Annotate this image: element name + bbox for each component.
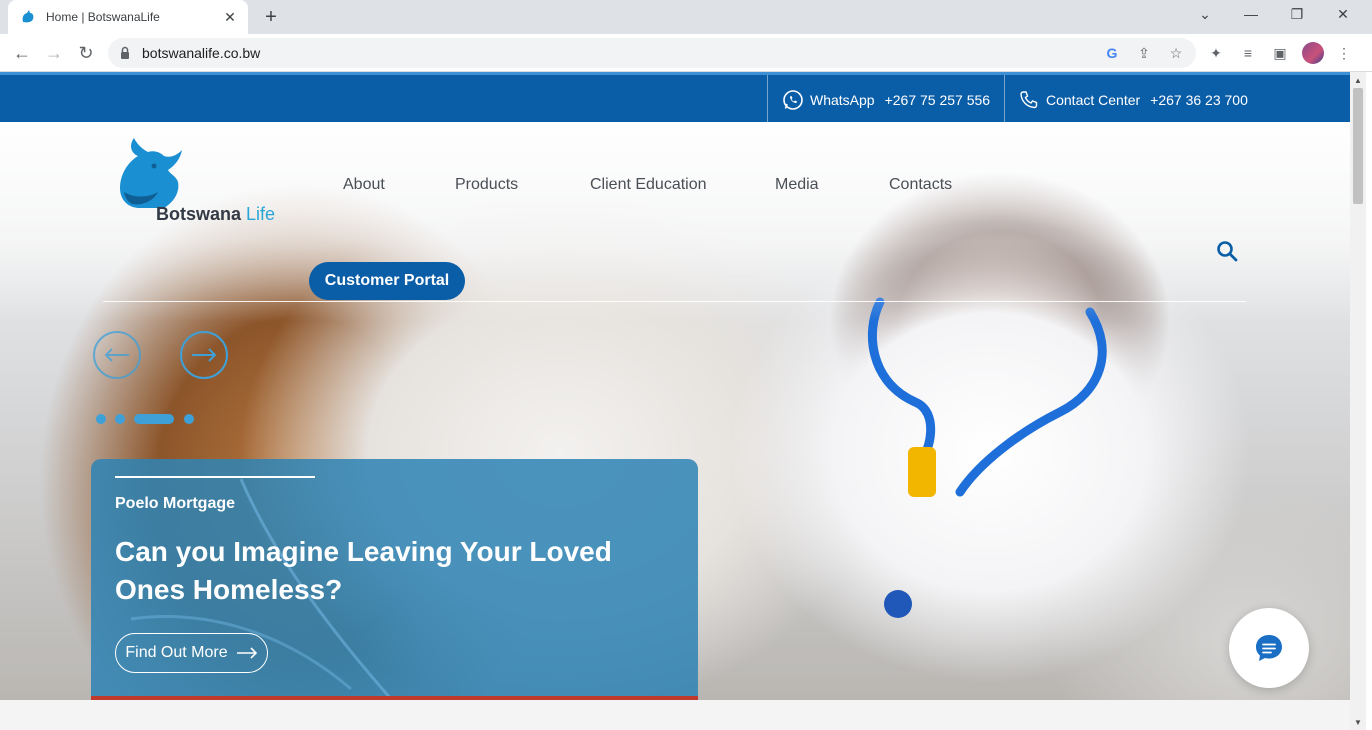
- browser-toolbar: ← → ↻ botswanalife.co.bw G ⇪ ☆ ✦ ≡ ▣ ⋮: [0, 34, 1372, 72]
- page-next-section: [0, 700, 1350, 730]
- nav-products[interactable]: Products: [455, 176, 518, 194]
- bull-logo-icon: [120, 138, 182, 208]
- arrow-right-icon: [192, 348, 217, 362]
- customer-portal-button[interactable]: Customer Portal: [309, 262, 465, 300]
- scroll-down-icon[interactable]: ▼: [1354, 718, 1362, 727]
- page-viewport: WhatsApp +267 75 257 556 Contact Center …: [0, 72, 1350, 730]
- hero-caption-card: Poelo Mortgage Can you Imagine Leaving Y…: [91, 459, 698, 700]
- new-tab-button[interactable]: +: [260, 6, 282, 28]
- topbar-divider: [767, 75, 768, 125]
- slider-next-button[interactable]: [180, 331, 228, 379]
- google-translate-icon[interactable]: G: [1102, 43, 1122, 63]
- nav-contacts[interactable]: Contacts: [889, 176, 952, 194]
- restore-button[interactable]: ❐: [1286, 6, 1308, 23]
- botswana-life-logo[interactable]: Botswana Life: [114, 136, 294, 228]
- contact-center[interactable]: Contact Center +267 36 23 700: [1018, 89, 1248, 111]
- caption-kicker: Poelo Mortgage: [115, 495, 236, 512]
- address-bar[interactable]: botswanalife.co.bw G ⇪ ☆: [108, 38, 1196, 68]
- whatsapp-label: WhatsApp: [810, 92, 875, 108]
- slider-dot[interactable]: [115, 414, 125, 424]
- hero-stethoscope-graphic: [867, 297, 1107, 618]
- phone-icon: [1020, 91, 1038, 109]
- logo-brand-text: Botswana: [156, 204, 242, 224]
- reload-button[interactable]: ↻: [74, 41, 98, 65]
- botswana-life-favicon-icon: [22, 10, 34, 23]
- browser-menu-icon[interactable]: ⋮: [1334, 43, 1354, 63]
- chat-icon: [1256, 635, 1282, 661]
- slider-dot-active[interactable]: [134, 414, 174, 424]
- nav-about[interactable]: About: [343, 176, 385, 194]
- logo-suffix-text: Life: [246, 204, 276, 224]
- minimize-button[interactable]: —: [1240, 6, 1262, 22]
- logo-wordmark: Botswana Life: [156, 204, 275, 225]
- arrow-left-icon: [104, 348, 129, 362]
- top-contact-bar: WhatsApp +267 75 257 556 Contact Center …: [0, 72, 1350, 125]
- share-icon[interactable]: ⇪: [1134, 43, 1154, 63]
- scrollbar-thumb[interactable]: [1353, 88, 1363, 204]
- close-window-button[interactable]: ✕: [1332, 6, 1354, 23]
- chat-widget-button[interactable]: [1229, 608, 1309, 688]
- caption-headline: Can you Imagine Leaving Your Loved Ones …: [115, 536, 612, 605]
- profile-avatar[interactable]: [1302, 42, 1324, 64]
- whatsapp-icon: [783, 90, 803, 110]
- tab-title: Home | BotswanaLife: [46, 10, 160, 24]
- browser-tab-strip: Home | BotswanaLife ✕ + ⌄ — ❐ ✕: [0, 0, 1372, 34]
- contact-center-number: +267 36 23 700: [1150, 92, 1248, 108]
- browser-tab[interactable]: Home | BotswanaLife ✕: [8, 0, 248, 34]
- scroll-up-icon[interactable]: ▲: [1354, 76, 1362, 85]
- back-button[interactable]: ←: [10, 41, 34, 65]
- media-controls-icon[interactable]: ≡: [1238, 43, 1258, 63]
- slider-dot[interactable]: [96, 414, 106, 424]
- topbar-divider: [1004, 75, 1005, 125]
- forward-button[interactable]: →: [42, 41, 66, 65]
- url-text: botswanalife.co.bw: [142, 45, 261, 61]
- caption-rule: [115, 476, 315, 478]
- find-out-more-label: Find Out More: [125, 644, 228, 661]
- whatsapp-number: +267 75 257 556: [884, 92, 991, 108]
- page-scrollbar[interactable]: ▲ ▼: [1350, 72, 1366, 730]
- tab-search-icon[interactable]: ⌄: [1194, 6, 1216, 23]
- contact-center-label: Contact Center: [1046, 92, 1141, 108]
- extensions-puzzle-icon[interactable]: ✦: [1206, 43, 1226, 63]
- side-panel-icon[interactable]: ▣: [1270, 43, 1290, 63]
- bookmark-star-icon[interactable]: ☆: [1166, 43, 1186, 63]
- slider-prev-button[interactable]: [93, 331, 141, 379]
- nav-media[interactable]: Media: [775, 176, 819, 194]
- search-icon[interactable]: [1216, 240, 1238, 262]
- header-divider: [103, 301, 1246, 302]
- whatsapp-contact[interactable]: WhatsApp +267 75 257 556: [782, 89, 990, 111]
- find-out-more-button[interactable]: Find Out More: [115, 633, 268, 673]
- arrow-right-icon: [236, 647, 257, 659]
- nav-client-education[interactable]: Client Education: [590, 176, 707, 194]
- slider-dot[interactable]: [184, 414, 194, 424]
- close-tab-icon[interactable]: ✕: [222, 9, 238, 26]
- lock-icon: [121, 46, 129, 59]
